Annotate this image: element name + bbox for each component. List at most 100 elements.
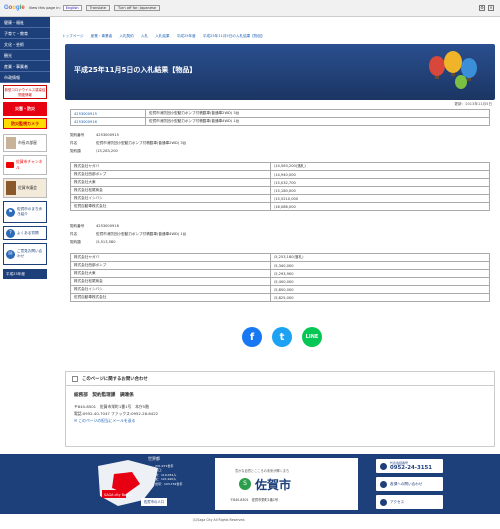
- sidebar-item-health[interactable]: 健康・福祉: [0, 17, 50, 28]
- bid-price: \15,032,700: [270, 178, 490, 187]
- facebook-icon[interactable]: f: [242, 327, 262, 347]
- bid-price: \15,180,000: [270, 186, 490, 195]
- contract-no-label: 契約番号: [70, 133, 85, 137]
- contact-button[interactable]: 各課への問い合わせ: [376, 477, 443, 491]
- contract-item-label: 件名: [70, 232, 78, 236]
- contract-no: 4253000915: [96, 133, 119, 137]
- view-page-text: View this page in:: [28, 6, 61, 10]
- bid-results-table: 株式会社ヤガバ \5,253,180(落札) 株式会社西部ポンプ \5,340,00…: [70, 253, 490, 302]
- mayor-link[interactable]: 市長の部屋: [3, 134, 47, 152]
- bidder-name: 株式会社西部ポンプ: [70, 261, 271, 270]
- mail-icon: [380, 480, 387, 488]
- turn-off-button[interactable]: Turn off for: Japanese: [114, 5, 161, 11]
- phone-icon: [380, 462, 387, 470]
- population-button[interactable]: 佐賀市の人口: [141, 498, 167, 506]
- lot-link[interactable]: 4253000915: [70, 109, 146, 118]
- faq-link[interactable]: ? よくある質問: [3, 226, 47, 240]
- balloons-image: [429, 51, 477, 89]
- title-banner: 平成25年11月5日の入札結果【物品】: [65, 44, 495, 100]
- table-row: 株式会社イシバシ \5,850,000: [70, 285, 490, 294]
- sidebar-item-city[interactable]: 市政情報: [0, 72, 50, 83]
- question-icon: ?: [6, 228, 15, 238]
- table-row: 佐賀自動車株式会社 \16,086,000: [70, 202, 490, 211]
- translate-button[interactable]: Translate: [85, 5, 110, 11]
- bidder-name: 株式会社ヤガバ: [70, 162, 271, 171]
- lot-link[interactable]: 4253000916: [70, 117, 146, 126]
- mail-link[interactable]: ✉ このページの担当にメールを送る: [74, 417, 486, 424]
- bidder-name: 株式会社西部ポンプ: [70, 170, 271, 179]
- google-logo: Google: [4, 5, 25, 11]
- table-row: 株式会社松尾商会 \5,400,000: [70, 277, 490, 286]
- language-select[interactable]: English: [62, 5, 82, 11]
- lot-list-table: 4253000915 佐賀市消防団小型動力ポンプ付積載車(普通車2WD) 3台 …: [70, 109, 490, 126]
- map-caption: SAGA city Board: [104, 493, 132, 497]
- youtube-link[interactable]: 佐賀市チャンネル: [3, 155, 47, 175]
- contract-no-label: 契約番号: [70, 224, 85, 228]
- social-share: f t LINE: [242, 327, 322, 347]
- mayor-label: 市長の部屋: [18, 140, 37, 145]
- contract-item-label: 件名: [70, 141, 78, 145]
- bidder-name: 株式会社大東: [70, 269, 271, 278]
- city-tagline: 豊かな自然とこころの未来が輝くまち: [235, 469, 290, 473]
- footer-buttons: 代表電話番号 0952-24-3151 各課への問い合わせ アクセス: [376, 459, 443, 513]
- access-label: アクセス: [390, 499, 405, 504]
- twitter-icon[interactable]: t: [272, 327, 292, 347]
- settings-icon[interactable]: ⚙: [479, 5, 485, 11]
- city-card: 豊かな自然とこころの未来が輝くまち S 佐賀市 〒840-8501 佐賀市栄町1…: [215, 458, 358, 510]
- camera-label: 防災監視カメラ: [11, 120, 39, 126]
- population-stats: 231,971世帯 人口： 男：110,051人 女：121,920人 世帯：1…: [155, 464, 182, 486]
- document-icon: [72, 375, 78, 382]
- breadcrumb: トップページ 産業・事業者 入札契約 入札 入札結果 平成25年度 平成25年1…: [62, 34, 271, 39]
- bidder-name: 佐賀自動車株式会社: [70, 293, 271, 302]
- breadcrumb-results[interactable]: 入札結果: [155, 34, 169, 38]
- assembly-label: 佐賀市議会: [18, 185, 37, 190]
- site-footer: SAGA city Board 世界都 231,971世帯 人口： 男：110,…: [0, 454, 500, 514]
- table-row: 佐賀自動車株式会社 \5,825,000: [70, 293, 490, 302]
- stat-line: 世帯：103,754世帯: [155, 481, 183, 486]
- mail-icon: ✉: [6, 249, 15, 259]
- updated-date: 更新：2013年11月5日: [454, 102, 492, 106]
- opinion-label: ご意見お問い合わせ: [17, 249, 43, 258]
- bidder-name: 株式会社大東: [70, 178, 271, 187]
- close-icon[interactable]: ×: [488, 5, 494, 11]
- contact-label: 各課への問い合わせ: [390, 481, 423, 486]
- sidebar-item-tourism[interactable]: 観光: [0, 50, 50, 61]
- breadcrumb-contract[interactable]: 入札契約: [119, 34, 133, 38]
- map-pin-icon: [380, 498, 387, 506]
- sidebar-item-business[interactable]: 産業・事業者: [0, 61, 50, 72]
- sidebar-item-education[interactable]: 子育て・教育: [0, 28, 50, 39]
- assembly-link[interactable]: 佐賀市議会: [3, 178, 47, 198]
- bid-price: \16,086,000: [270, 202, 490, 211]
- bidder-name: 株式会社イシバシ: [70, 285, 271, 294]
- city-address: 〒840-8501 佐賀市栄町1番1号: [230, 498, 279, 502]
- sidebar-item-culture[interactable]: 文化・芸術: [0, 39, 50, 50]
- bid-price: \5,253,180(落札): [270, 253, 490, 262]
- disaster-link[interactable]: 災害・防災: [3, 102, 47, 116]
- lot-name: 佐賀市消防団小型動力ポンプ付積載車(普通車2WD) 3台: [145, 109, 490, 118]
- faq-label: よくある質問: [17, 230, 39, 235]
- covid-info-link[interactable]: 新型コロナウイルス感染症関連情報: [3, 85, 47, 99]
- line-icon[interactable]: LINE: [302, 327, 322, 347]
- table-row: 株式会社ヤガバ \14,563,200(落札): [70, 162, 490, 171]
- opinion-link[interactable]: ✉ ご意見お問い合わせ: [3, 243, 47, 265]
- contract-item: 佐賀市消防団小型動力ポンプ付積載車(普通車2WD) 3台: [96, 141, 187, 145]
- contract-no: 4253000916: [96, 224, 119, 228]
- breadcrumb-business[interactable]: 産業・事業者: [91, 34, 113, 38]
- city-logo-icon: S: [239, 478, 251, 490]
- access-button[interactable]: アクセス: [376, 495, 443, 509]
- camera-link[interactable]: 防災監視カメラ: [3, 118, 47, 129]
- bidder-name: 株式会社松尾商会: [70, 186, 271, 195]
- breadcrumb-home[interactable]: トップページ: [62, 34, 84, 38]
- breadcrumb-bid[interactable]: 入札: [141, 34, 148, 38]
- mail-link-label: このページの担当にメールを送る: [78, 418, 136, 423]
- inquiry-box: このページに関するお問い合わせ 総務部 契約監理課 調達係 〒840-8501 …: [65, 371, 495, 447]
- town-walk-link[interactable]: ⚑ 佐賀市のまち歩き紹介: [3, 201, 47, 223]
- breadcrumb-year[interactable]: 平成25年度: [177, 34, 196, 38]
- contract-item: 佐賀市消防団小型動力ポンプ付積載車(普通車4WD) 1台: [96, 232, 187, 236]
- fiscal-year-item[interactable]: 平成25年度: [3, 269, 47, 279]
- bid-price: \5,340,000: [270, 261, 490, 270]
- department-address: 〒840-8501 佐賀市栄町1番1号 本庁5階: [74, 404, 149, 409]
- town-walk-label: 佐賀市のまち歩き紹介: [17, 207, 43, 216]
- table-row: 4253000916 佐賀市消防団小型動力ポンプ付積載車(普通車4WD) 1台: [70, 117, 490, 126]
- phone-button[interactable]: 代表電話番号 0952-24-3151: [376, 459, 443, 473]
